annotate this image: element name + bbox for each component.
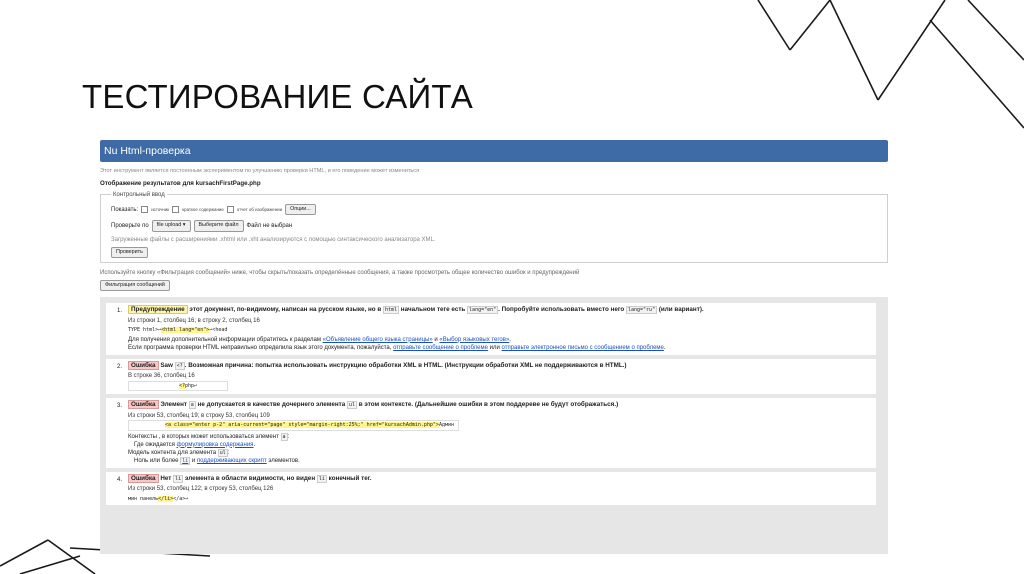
message-text: . Возможная причина: попытка использоват… [184, 361, 627, 369]
message-text: Нет [160, 474, 172, 482]
error-badge: Ошибка [128, 400, 159, 410]
message-text: начальном теге есть [400, 306, 466, 314]
info-link[interactable]: «Объявление общего языка страницы» [323, 337, 433, 343]
code-fragment: <? [174, 361, 185, 370]
info-text: или [489, 344, 500, 351]
message-text: элемента в области видимости, но виден [184, 474, 316, 482]
message-text: Элемент [160, 401, 188, 409]
extract-text: </a>↩ [173, 495, 189, 502]
source-label: источник [151, 206, 170, 212]
message-item: 2. Ошибка Saw <?. Возможная причина: поп… [106, 358, 876, 395]
code-extract: мин панель</li></a>↩ [128, 495, 872, 503]
info-text: Для получения дополнительной информации … [128, 336, 321, 343]
extract-highlight: <html lang="en"> [161, 326, 210, 333]
extract-text: ↩<head [209, 326, 228, 333]
email-report-link[interactable]: отправьте электронное письмо с сообщение… [502, 345, 664, 351]
choose-file-button[interactable]: Выберите файл [193, 220, 244, 232]
app-subtitle: Этот инструмент является постоянным эксп… [100, 168, 420, 174]
info-text: . [509, 336, 511, 343]
message-number: 1. [116, 308, 122, 315]
report-link[interactable]: отправьте сообщение о проблеме [393, 345, 488, 351]
control-input-panel: Контрольный ввод Показать: источник крат… [100, 190, 888, 263]
source-checkbox[interactable] [141, 206, 149, 214]
extract-highlight: </li> [158, 495, 174, 502]
model-text: : [227, 449, 230, 456]
code-fragment: ul [347, 401, 358, 410]
code-fragment: li [316, 474, 327, 483]
code-extract: TYPE html>↩<html lang="en">↩<head [128, 326, 872, 334]
code-fragment: lang="ru" [625, 306, 658, 315]
message-item: 1. Предупреждение этот документ, по-види… [106, 303, 876, 355]
context-text: Где ожидается [134, 441, 175, 448]
outline-checkbox[interactable] [172, 206, 180, 214]
options-button[interactable]: Опции... [285, 204, 316, 216]
script-supporting-link[interactable]: поддерживающих скрипт [197, 458, 267, 464]
check-button[interactable]: Проверить [111, 246, 148, 258]
model-text: Ноль или более [134, 457, 179, 464]
code-fragment: ul [217, 448, 228, 457]
error-badge: Ошибка [128, 473, 159, 483]
model-text: элементов. [268, 457, 300, 464]
context-text: : [287, 433, 290, 440]
message-location: Из строки 1, столбец 16; в строку 2, сто… [128, 317, 260, 324]
filter-note: Используйте кнопку «Фильтрация сообщений… [100, 269, 580, 276]
code-extract: <?php↩ [128, 380, 229, 392]
message-number: 4. [116, 476, 122, 483]
message-item: 3. Ошибка Элемент a не допускается в кач… [106, 398, 876, 468]
code-fragment: a [280, 432, 288, 441]
code-fragment: html [383, 306, 400, 315]
image-report-checkbox[interactable] [226, 206, 234, 214]
outline-label: краткое содержание [182, 206, 224, 212]
message-text: (или вариант). [658, 306, 704, 314]
app-header: Nu Html-проверка [100, 140, 888, 162]
code-fragment: lang="en" [467, 306, 499, 315]
show-label: Показать: [111, 206, 139, 213]
results-heading: Отображение результатов для kursachFirst… [100, 179, 261, 187]
message-location: Из строки 53, столбец 122; в строку 53, … [128, 486, 274, 493]
check-by-select[interactable]: file upload ▾ [151, 220, 191, 232]
results-list: 1. Предупреждение этот документ, по-види… [100, 297, 888, 554]
warning-badge: Предупреждение [128, 305, 188, 315]
message-text: этот документ, по-видимому, написан на р… [189, 306, 382, 314]
li-link[interactable]: li [180, 456, 191, 465]
control-legend: Контрольный ввод [113, 191, 165, 198]
code-fragment: li [173, 474, 184, 483]
upload-hint: Загруженные файлы с расширениями .xhtml … [111, 236, 436, 243]
message-number: 3. [116, 403, 122, 410]
message-location: Из строки 53, столбец 19; в строку 53, с… [128, 412, 270, 419]
info-text: Если программа проверки HTML неправильно… [128, 344, 392, 351]
info-link[interactable]: «Выбор языковых тегов» [439, 337, 509, 343]
message-location: В строке 36, столбец 16 [128, 373, 195, 380]
model-text: и [191, 457, 196, 464]
phrasing-content-link[interactable]: формулировка содержания [177, 442, 254, 448]
check-by-value: file upload [156, 222, 182, 229]
extract-text: мин панель [128, 495, 159, 502]
filter-messages-button[interactable]: Фильтрация сообщений [100, 280, 170, 292]
message-text: . Попробуйте использовать вместо него [498, 306, 625, 314]
extract-text: Админ [438, 421, 454, 428]
context-text: . [253, 441, 256, 448]
extract-text: TYPE html>↩ [128, 326, 162, 333]
message-text: Saw [160, 361, 173, 369]
message-text: не допускается в качестве дочернего элем… [197, 401, 346, 409]
image-report-label: отчет об изображении [236, 206, 283, 212]
info-text: и [434, 336, 438, 343]
error-badge: Ошибка [128, 360, 159, 370]
check-by-label: Проверьте по [111, 222, 149, 229]
validator-screenshot: Nu Html-проверка Этот инструмент являетс… [100, 140, 888, 554]
message-number: 2. [116, 363, 122, 370]
slide-title: ТЕСТИРОВАНИЕ САЙТА [82, 78, 473, 115]
message-item: 4. Ошибка Нет li элемента в области види… [106, 471, 876, 506]
extract-text: php↩ [185, 382, 198, 389]
model-text: Модель контента для элемента [128, 449, 217, 456]
code-extract: <a class="enter p-2" aria-current="page"… [128, 419, 459, 431]
code-fragment: a [188, 401, 196, 410]
extract-highlight: <a class="enter p-2" aria-current="page"… [165, 421, 439, 428]
file-status: Файл не выбран [246, 222, 293, 229]
context-text: Контексты , в которых может использовать… [128, 433, 279, 440]
message-text: конечный тег. [328, 474, 372, 482]
info-text: . [663, 344, 666, 351]
message-text: в этом контексте. (Дальнейшие ошибки в э… [358, 401, 619, 409]
chevron-down-icon: ▾ [182, 222, 186, 229]
